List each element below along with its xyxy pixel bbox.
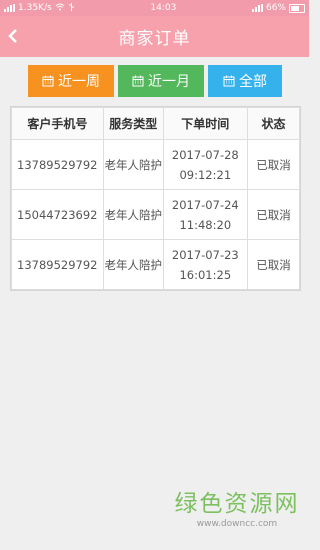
battery-icon <box>289 3 305 13</box>
filter-all-button[interactable]: 全部 <box>208 65 282 97</box>
cell-order-time: 2017-07-24 11:48:20 <box>162 189 248 240</box>
table-header-row: 客户手机号 服务类型 下单时间 状态 <box>11 107 301 140</box>
orders-table: 客户手机号 服务类型 下单时间 状态 13789529792 老年人陪护 201… <box>10 106 301 291</box>
cell-order-time: 2017-07-23 16:01:25 <box>162 239 248 290</box>
column-header-phone: 客户手机号 <box>11 107 104 140</box>
usb-icon <box>68 2 75 14</box>
cell-order-time: 2017-07-28 09:12:21 <box>162 139 248 190</box>
order-clock: 09:12:21 <box>179 167 232 182</box>
order-date: 2017-07-24 <box>171 197 239 212</box>
filter-week-button[interactable]: 近一周 <box>28 65 114 97</box>
date-filter-group: 近一周 近一月 全部 <box>28 65 282 97</box>
status-bar: 1.35K/s 14:03 66% <box>0 0 309 16</box>
back-button[interactable] <box>7 24 23 48</box>
cell-signal-icon <box>4 4 15 12</box>
watermark: 绿色资源网 www.downcc.com <box>171 490 303 530</box>
network-speed: 1.35K/s <box>18 3 52 13</box>
table-row[interactable]: 13789529792 老年人陪护 2017-07-23 16:01:25 已取消 <box>11 239 301 290</box>
calendar-icon <box>132 75 144 87</box>
battery-percent: 66% <box>265 3 286 13</box>
column-header-service: 服务类型 <box>102 107 164 140</box>
status-right: 66% <box>251 3 305 13</box>
wifi-icon <box>55 3 65 14</box>
watermark-url: www.downcc.com <box>196 519 278 529</box>
order-clock: 11:48:20 <box>179 217 232 232</box>
cell-service: 老年人陪护 <box>102 139 164 190</box>
status-left: 1.35K/s <box>4 2 75 14</box>
app-header: 商家订单 <box>0 16 309 57</box>
cell-status: 已取消 <box>246 139 301 190</box>
cell-signal-icon <box>251 4 263 12</box>
cell-status: 已取消 <box>246 189 301 240</box>
calendar-icon <box>223 75 235 87</box>
filter-month-label: 近一月 <box>148 74 190 90</box>
column-header-order-time: 下单时间 <box>162 107 248 140</box>
cell-phone: 15044723692 <box>11 189 104 240</box>
calendar-icon <box>42 75 54 87</box>
cell-status: 已取消 <box>246 239 301 290</box>
table-row[interactable]: 13789529792 老年人陪护 2017-07-28 09:12:21 已取消 <box>11 139 301 190</box>
watermark-title: 绿色资源网 <box>174 491 300 517</box>
filter-month-button[interactable]: 近一月 <box>118 65 204 97</box>
cell-phone: 13789529792 <box>11 239 104 290</box>
cell-service: 老年人陪护 <box>102 239 164 290</box>
order-date: 2017-07-23 <box>171 247 239 262</box>
table-row[interactable]: 15044723692 老年人陪护 2017-07-24 11:48:20 已取消 <box>11 189 301 240</box>
column-header-status: 状态 <box>246 107 301 140</box>
order-date: 2017-07-28 <box>171 147 239 162</box>
filter-all-label: 全部 <box>239 74 267 90</box>
cell-phone: 13789529792 <box>11 139 104 190</box>
page-title: 商家订单 <box>118 29 191 49</box>
filter-week-label: 近一周 <box>58 74 100 90</box>
cell-service: 老年人陪护 <box>102 189 164 240</box>
status-time: 14:03 <box>150 3 177 13</box>
chevron-left-icon <box>8 29 17 43</box>
order-clock: 16:01:25 <box>179 267 232 282</box>
